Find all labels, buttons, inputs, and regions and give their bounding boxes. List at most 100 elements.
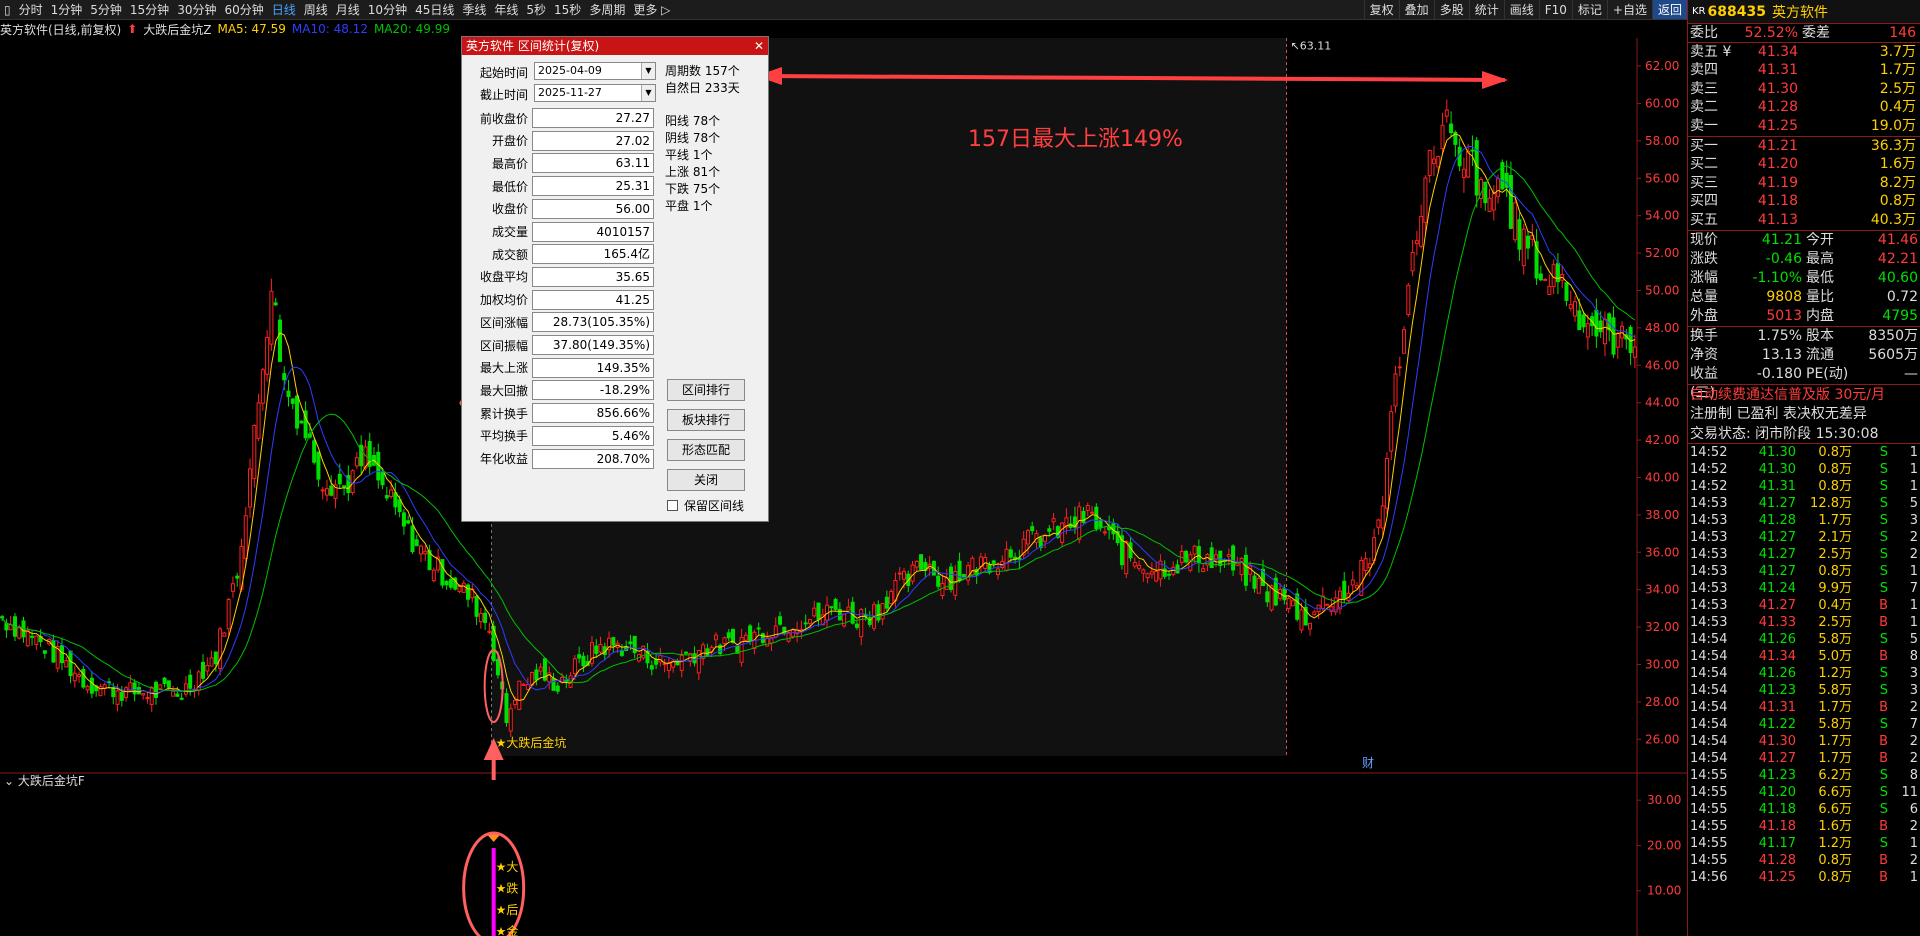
toolbar-button[interactable]: 统计 [1468,0,1504,19]
checkbox-box[interactable] [667,500,678,511]
period-tab[interactable]: 季线 [458,0,490,19]
candle [277,319,282,362]
tick-list[interactable]: 14:52 41.30 0.8万 S 1 14:52 41.30 0.8万 S 1 14:52 41.… [1688,444,1920,886]
stat-label: 成交额 [491,247,528,262]
bids-row[interactable]: 买二 41.20 1.6万 [1688,155,1920,174]
period-tab[interactable]: 年线 [490,0,522,19]
candle [760,633,765,643]
toolbar-button[interactable]: +自选 [1606,0,1652,19]
tick-side: S [1879,682,1888,698]
toolbar-button[interactable]: 多股 [1433,0,1469,19]
toolbar-button[interactable]: 标记 [1571,0,1607,19]
tick-volume: 5.0万 [1818,648,1852,664]
candle [51,640,56,663]
period-tab[interactable]: 5分钟 [86,0,126,19]
period-tab[interactable]: 10分钟 [364,0,411,19]
close-icon[interactable]: ✕ [754,37,764,55]
quote-value: 41.21 [1761,231,1802,248]
start-date-picker[interactable]: 2025-04-09 ▼ [534,62,656,80]
period-stat: 自然日 233天 [665,81,740,95]
stat-label: 区间振幅 [479,338,528,353]
keep-interval-checkbox[interactable]: 保留区间线 [667,497,744,514]
bids-row[interactable]: 买一 41.21 36.3万 [1688,137,1920,156]
bids-row[interactable]: 买五 41.13 40.3万 [1688,211,1920,230]
tick-side: S [1879,767,1888,783]
candle-stat: 上涨 81个 [665,165,721,179]
fund-value: 13.13 [1761,346,1802,363]
candle [158,684,163,690]
period-tab[interactable]: 分时 [15,0,47,19]
period-tab[interactable]: 月线 [332,0,364,19]
toolbar-button[interactable]: 返回 [1651,0,1687,19]
period-tab[interactable]: 15秒 [550,0,585,19]
period-tab[interactable]: 30分钟 [173,0,220,19]
candle [1166,573,1171,576]
candle [466,584,471,600]
bids-label: 买二 [1690,156,1718,173]
dialog-titlebar[interactable]: 英方软件 区间统计(复权) ✕ [462,37,768,55]
candle [269,290,274,345]
period-tab[interactable]: 15分钟 [126,0,173,19]
period-tab[interactable]: 更多 ▷ [629,0,674,19]
asks-row[interactable]: 卖二 41.28 0.4万 [1688,98,1920,117]
candle [188,674,193,689]
chevron-down-icon[interactable]: ▼ [641,63,655,79]
candle [354,457,359,467]
tick-row: 14:53 41.27 12.8万 S 5 [1688,495,1920,512]
candle [555,685,560,692]
candle [474,595,479,617]
bids-row[interactable]: 买三 41.19 8.2万 [1688,174,1920,193]
asks-row[interactable]: 卖三 41.30 2.5万 [1688,80,1920,99]
price-tick-label: 38.00 [1645,508,1679,522]
tick-count: 1 [1909,597,1918,613]
bids-row[interactable]: 买四 41.18 0.8万 [1688,192,1920,211]
candle [1312,611,1317,616]
stock-code: 688435 [1707,3,1766,20]
candle [508,708,513,732]
tick-row: 14:54 41.27 1.7万 B 2 [1688,750,1920,767]
period-tab[interactable]: 日线 [268,0,300,19]
asks-volume: 19.0万 [1870,117,1916,134]
tick-side: B [1879,648,1888,664]
chevron-down-icon[interactable]: ▼ [641,85,655,101]
period-tab[interactable]: 周线 [300,0,332,19]
period-tab[interactable]: 1分钟 [47,0,87,19]
candle [1543,278,1548,281]
candle [342,485,347,488]
period-tab[interactable]: 5秒 [522,0,550,19]
dialog-button[interactable]: 板块排行 [667,409,745,431]
end-date-picker[interactable]: 2025-11-27 ▼ [534,84,656,102]
period-tab[interactable]: 多周期 [585,0,629,19]
asks-row[interactable]: 卖四 41.31 1.7万 [1688,61,1920,80]
candle [1149,571,1154,575]
candle [743,634,748,641]
candle [833,599,838,610]
candle [25,630,30,647]
candlestick-chart[interactable]: 62.00 60.00 58.00 56.00 54.00 52.00 50.00 48.00… [0,38,1687,936]
dialog-button[interactable]: 关闭 [667,469,745,491]
asks-row[interactable]: 卖一 41.25 19.0万 [1688,117,1920,136]
toolbar-button[interactable]: 叠加 [1398,0,1434,19]
candle [444,580,449,586]
asks-row[interactable]: 卖五 ¥ 41.34 3.7万 [1688,43,1920,62]
candle [1513,202,1518,241]
tick-volume: 1.6万 [1818,818,1852,834]
subscription-notice[interactable]: 自动续费通达信普及版 30元/月 [1688,383,1920,404]
toolbar-button[interactable]: F10 [1538,0,1572,19]
candle [1124,540,1129,575]
toolbar-button[interactable]: 画线 [1503,0,1539,19]
candle [389,489,394,498]
toolbar-button[interactable]: 复权 [1363,0,1399,19]
candle [230,583,235,592]
candle [991,560,996,564]
period-tab[interactable]: 60分钟 [220,0,267,19]
menu-icon[interactable]: ▯ [0,0,15,19]
tick-row: 14:54 41.26 5.8万 S 5 [1688,631,1920,648]
indicator-label[interactable]: 大跌后金坑Z [143,21,211,38]
tick-time: 14:54 [1690,750,1728,766]
period-tab[interactable]: 45日线 [411,0,458,19]
ma5-label: MA5: 47.59 [217,22,286,36]
dialog-button[interactable]: 形态匹配 [667,439,745,461]
dialog-button[interactable]: 区间排行 [667,379,745,401]
tick-row: 14:54 41.30 1.7万 B 2 [1688,733,1920,750]
